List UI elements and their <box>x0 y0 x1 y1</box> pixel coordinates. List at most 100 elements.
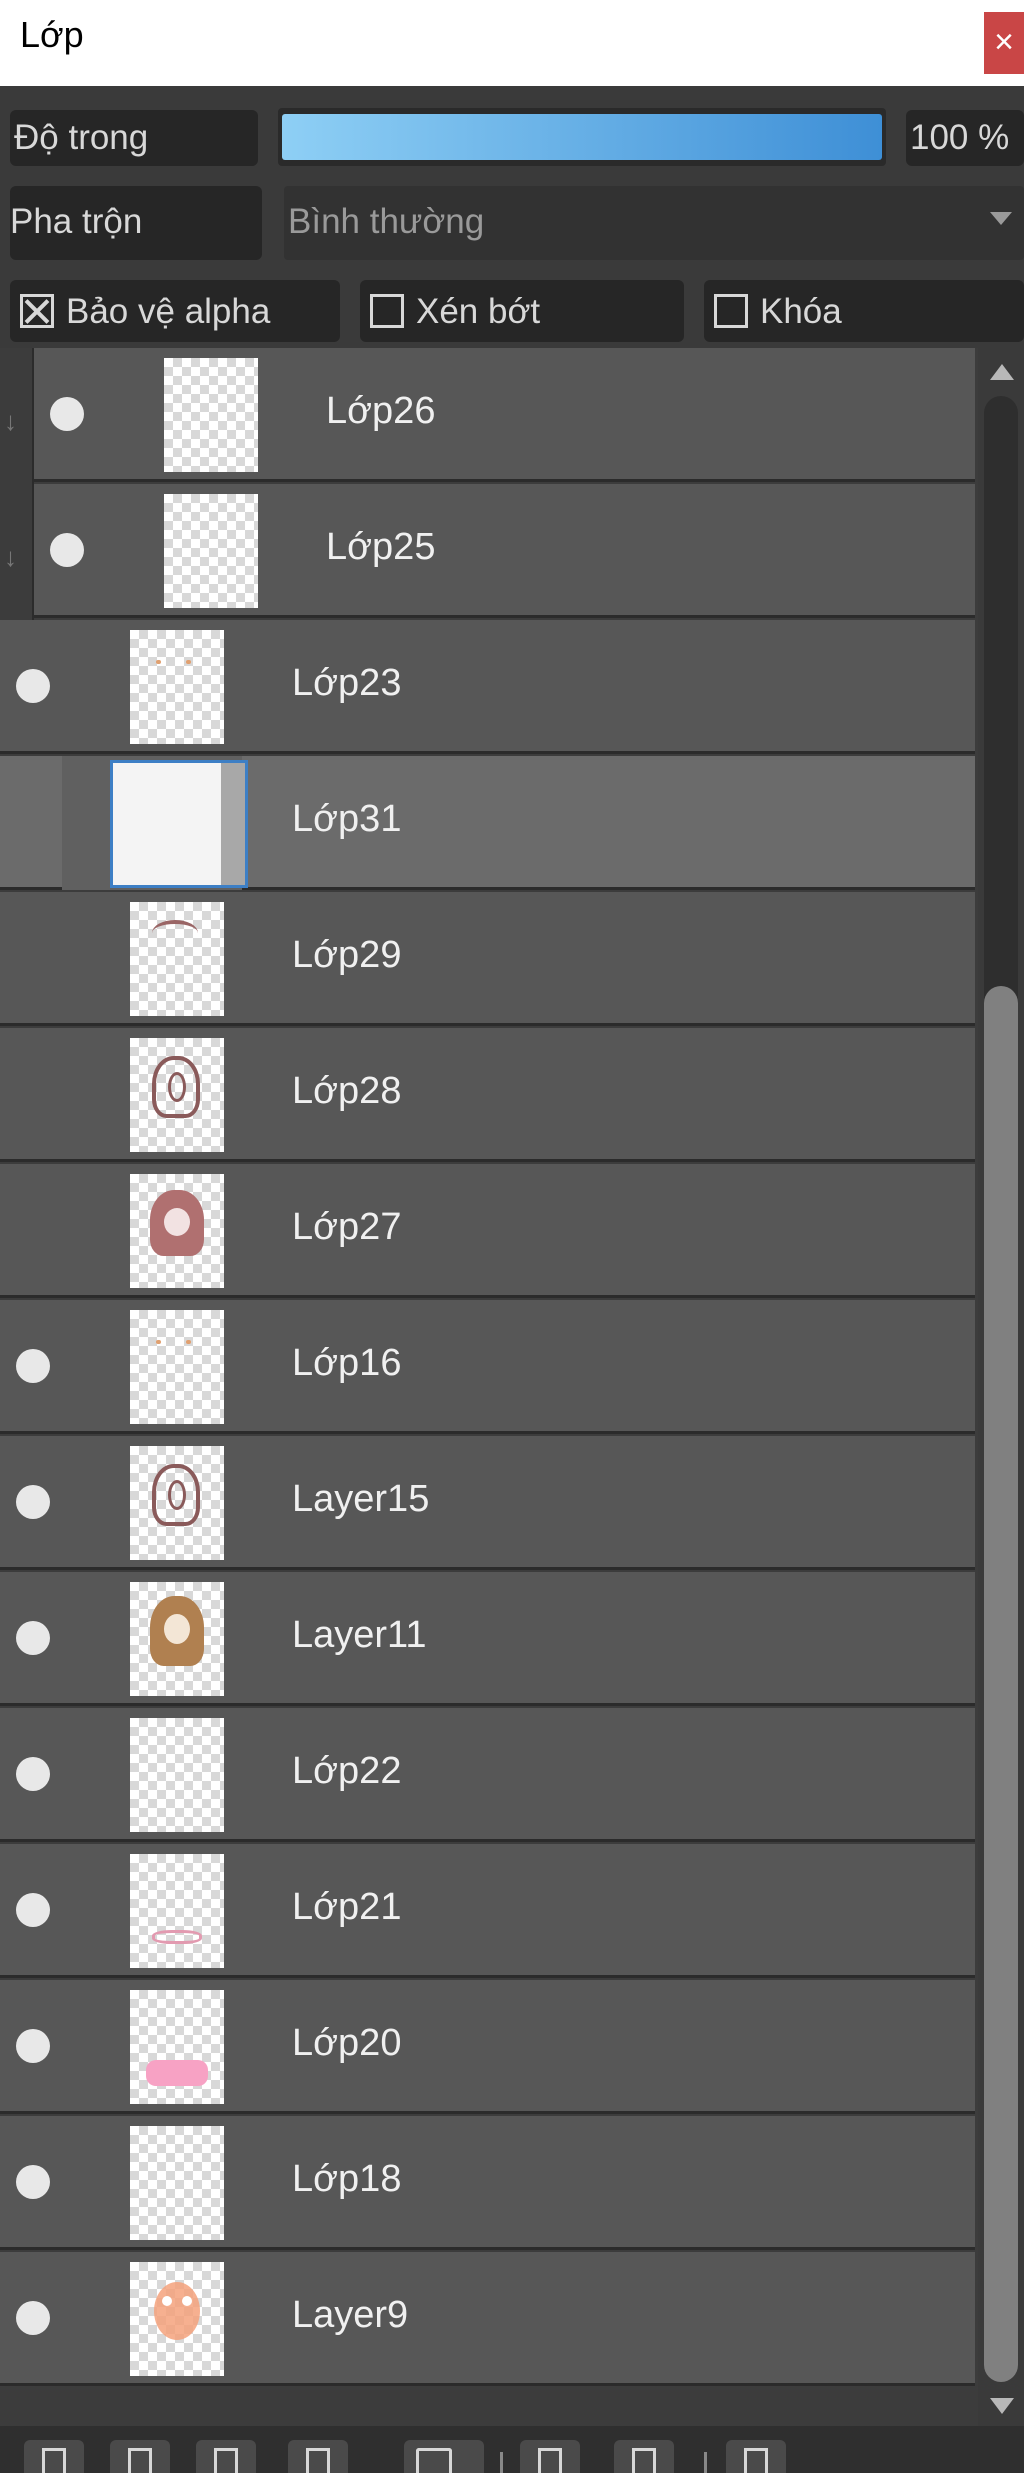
visibility-toggle-icon[interactable] <box>16 1485 50 1519</box>
layer-name: Lớp16 <box>292 1342 402 1384</box>
scroll-thumb[interactable] <box>984 986 1018 2382</box>
new-folder-button[interactable] <box>404 2440 484 2473</box>
layer-row[interactable]: ↓ Lớp25 <box>4 484 975 618</box>
layer-thumbnail <box>130 902 224 1016</box>
layer-row[interactable]: Layer15 <box>0 1436 975 1570</box>
layer-name: Lớp21 <box>292 1886 402 1928</box>
visibility-toggle-icon[interactable] <box>50 397 84 431</box>
layer-name: Lớp23 <box>292 662 402 704</box>
layer-row[interactable]: Lớp22 <box>0 1708 975 1842</box>
visibility-toggle-icon[interactable] <box>16 1349 50 1383</box>
merge-button[interactable] <box>614 2440 674 2473</box>
new-layer-button[interactable] <box>110 2440 170 2473</box>
new-layer-button[interactable] <box>288 2440 348 2473</box>
thumbnail-art <box>164 1614 190 1644</box>
new-layer-button[interactable] <box>24 2440 84 2473</box>
visibility-toggle-icon[interactable] <box>16 2029 50 2063</box>
duplicate-icon <box>538 2448 562 2473</box>
layer-name: Lớp31 <box>292 798 402 840</box>
layer-row[interactable]: Lớp16 <box>0 1300 975 1434</box>
layer-name: Lớp18 <box>292 2158 402 2200</box>
layer-row[interactable]: Layer9 <box>0 2252 975 2386</box>
layer-row[interactable]: Lớp29 <box>0 892 975 1026</box>
visibility-toggle-icon[interactable] <box>16 1893 50 1927</box>
new-layer-button[interactable] <box>196 2440 256 2473</box>
thumbnail-art <box>164 1208 190 1236</box>
scroll-down-icon[interactable] <box>990 2398 1014 2414</box>
layer-name: Layer9 <box>292 2294 409 2336</box>
layer-thumbnail <box>164 494 258 608</box>
visibility-toggle-icon[interactable] <box>16 2301 50 2335</box>
layer-properties: Độ trong 100 % Pha trộn Bình thường Bảo … <box>0 86 1024 348</box>
layer-thumbnail <box>130 1854 224 1968</box>
layer-thumbnail <box>130 2126 224 2240</box>
thumbnail-art <box>156 1340 161 1344</box>
layer-row[interactable]: Lớp21 <box>0 1844 975 1978</box>
window-title: Lớp <box>20 14 84 55</box>
layer-name: Layer11 <box>292 1614 427 1656</box>
chevron-down-icon <box>990 212 1012 225</box>
scroll-track[interactable] <box>984 396 1018 2382</box>
close-button[interactable]: × <box>984 12 1024 74</box>
layer-name: Lớp20 <box>292 2022 402 2064</box>
layer-thumbnail <box>130 1990 224 2104</box>
layer-name: Lớp27 <box>292 1206 402 1248</box>
new-layer-icon <box>306 2448 330 2473</box>
layer-row[interactable]: Lớp20 <box>0 1980 975 2114</box>
layer-row[interactable]: Lớp28 <box>0 1028 975 1162</box>
opacity-slider[interactable] <box>278 108 886 166</box>
layer-row[interactable]: Lớp18 <box>0 2116 975 2250</box>
thumbnail-art <box>156 660 161 664</box>
layer-row[interactable]: ↓ Lớp26 <box>4 348 975 482</box>
layer-list-scrollbar[interactable] <box>978 348 1024 2426</box>
clip-arrow-icon: ↓ <box>4 406 17 436</box>
thumbnail-art <box>186 660 191 664</box>
new-layer-icon <box>128 2448 152 2473</box>
layer-thumbnail <box>110 760 248 888</box>
visibility-toggle-icon[interactable] <box>50 533 84 567</box>
visibility-toggle-icon[interactable] <box>16 1621 50 1655</box>
protect-alpha-label: Bảo vệ alpha <box>66 292 271 331</box>
layer-thumbnail <box>130 2262 224 2376</box>
layer-name: Lớp29 <box>292 934 402 976</box>
layer-name: Lớp22 <box>292 1750 402 1792</box>
layer-list: ↓ Lớp26 ↓ Lớp25 Lớp23 Lớp31 Lớp29 Lớp28 Lớp27 Lớp… <box>0 348 978 2426</box>
thumbnail-art <box>162 2296 172 2306</box>
lock-checkbox[interactable]: Khóa <box>704 280 1024 342</box>
thumbnail-art <box>186 1340 191 1344</box>
trash-icon <box>744 2448 768 2473</box>
layer-name: Lớp26 <box>326 390 436 432</box>
layer-thumbnail <box>130 1174 224 1288</box>
checkbox-icon <box>370 294 404 328</box>
folder-icon <box>416 2448 452 2473</box>
scroll-up-icon[interactable] <box>990 364 1014 380</box>
thumbnail-art <box>168 1480 186 1510</box>
layer-row[interactable]: Lớp31 <box>0 756 975 890</box>
protect-alpha-checkbox[interactable]: Bảo vệ alpha <box>10 280 340 342</box>
opacity-value-box[interactable]: 100 % <box>906 110 1024 166</box>
visibility-toggle-icon[interactable] <box>16 2165 50 2199</box>
layer-thumbnail <box>130 630 224 744</box>
new-layer-icon <box>42 2448 66 2473</box>
clip-label: Xén bớt <box>416 292 541 331</box>
blend-mode-select[interactable]: Bình thường <box>284 186 1024 260</box>
thumbnail-art <box>182 2296 192 2306</box>
blend-label-box: Pha trộn <box>10 186 262 260</box>
layer-row[interactable]: Layer11 <box>0 1572 975 1706</box>
checkbox-icon <box>714 294 748 328</box>
opacity-value: 100 % <box>910 118 1010 157</box>
layer-row[interactable]: Lớp27 <box>0 1164 975 1298</box>
duplicate-button[interactable] <box>520 2440 580 2473</box>
layer-name: Lớp25 <box>326 526 436 568</box>
layer-thumbnail <box>130 1446 224 1560</box>
visibility-toggle-icon[interactable] <box>16 669 50 703</box>
thumbnail-art <box>146 2060 208 2086</box>
thumbnail-art <box>168 1072 186 1102</box>
opacity-label-box: Độ trong <box>10 110 258 166</box>
delete-layer-button[interactable] <box>726 2440 786 2473</box>
layer-thumbnail <box>130 1718 224 1832</box>
layer-row[interactable]: Lớp23 <box>0 620 975 754</box>
visibility-toggle-icon[interactable] <box>16 1757 50 1791</box>
clip-checkbox[interactable]: Xén bớt <box>360 280 684 342</box>
lock-label: Khóa <box>760 292 842 331</box>
